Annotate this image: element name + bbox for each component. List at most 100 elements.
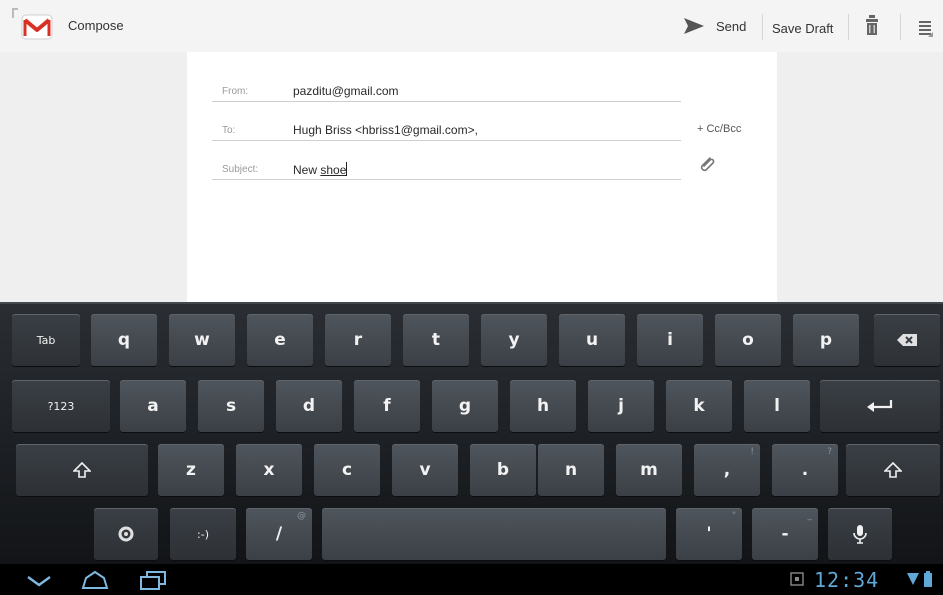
text-cursor (346, 162, 348, 176)
from-field[interactable]: From: pazditu@gmail.com (212, 80, 681, 102)
key-a[interactable]: a (120, 380, 186, 432)
to-label: To: (222, 125, 236, 136)
key-voice[interactable] (828, 508, 892, 560)
corner-mark (12, 8, 18, 18)
back-button[interactable] (24, 569, 54, 591)
page-title: Compose (68, 18, 124, 33)
chevron-down-icon (27, 576, 51, 587)
key-k[interactable]: k (666, 380, 732, 432)
send-icon (684, 18, 704, 34)
key-s[interactable]: s (198, 380, 264, 432)
key-comma-hint: ! (750, 447, 754, 457)
divider (900, 14, 901, 40)
menu-icon (919, 21, 933, 37)
recent-apps-button[interactable] (138, 569, 168, 591)
key-backspace[interactable] (874, 314, 940, 366)
key-i[interactable]: i (637, 314, 703, 366)
key-c[interactable]: c (314, 444, 380, 496)
to-field[interactable]: To: Hugh Briss <hbriss1@gmail.com>, (212, 119, 681, 141)
divider (848, 14, 849, 40)
home-button[interactable] (80, 569, 110, 591)
key-p[interactable]: p (793, 314, 859, 366)
key-v[interactable]: v (392, 444, 458, 496)
gmail-icon[interactable] (20, 12, 54, 42)
key-z[interactable]: z (158, 444, 224, 496)
key-e[interactable]: e (247, 314, 313, 366)
subject-underlined-word: shoe (320, 163, 347, 177)
divider (762, 14, 763, 40)
key-comma[interactable]: , ! (694, 444, 760, 496)
to-value: Hugh Briss <hbriss1@gmail.com>, (293, 123, 478, 137)
key-symbols[interactable]: ?123 (12, 380, 110, 432)
backspace-icon (897, 334, 917, 346)
key-shift-right[interactable] (846, 444, 940, 496)
key-enter[interactable] (820, 380, 940, 432)
key-l[interactable]: l (744, 380, 810, 432)
key-r[interactable]: r (325, 314, 391, 366)
system-bar: 12:34 (0, 564, 943, 595)
key-apostrophe-label: ' (706, 524, 712, 544)
home-icon (81, 570, 109, 589)
key-period-label: . (801, 460, 809, 480)
key-apostrophe-hint: " (731, 511, 736, 521)
key-slash[interactable]: / @ (246, 508, 312, 560)
enter-icon (867, 400, 893, 412)
key-slash-hint: @ (297, 511, 306, 521)
menu-button[interactable] (917, 18, 935, 38)
key-period[interactable]: . ? (772, 444, 838, 496)
wifi-icon (907, 573, 919, 585)
subject-text: New (293, 163, 321, 177)
key-space[interactable] (322, 508, 666, 560)
key-slash-label: / (275, 524, 283, 544)
key-j[interactable]: j (588, 380, 654, 432)
cc-bcc-button[interactable]: + Cc/Bcc (697, 123, 741, 135)
key-hyphen-label: - (781, 524, 789, 544)
settings-icon (118, 526, 134, 542)
trash-button[interactable] (864, 14, 880, 38)
save-draft-label: Save Draft (772, 21, 834, 36)
from-label: From: (222, 86, 249, 97)
save-draft-button[interactable]: Save Draft (772, 18, 833, 37)
key-period-hint: ? (827, 447, 832, 457)
key-u[interactable]: u (559, 314, 625, 366)
key-w[interactable]: w (169, 314, 235, 366)
subject-value: New shoe (293, 162, 348, 177)
shift-icon (73, 462, 91, 478)
trash-icon (866, 15, 878, 35)
key-x[interactable]: x (236, 444, 302, 496)
key-shift-left[interactable] (16, 444, 148, 496)
key-y[interactable]: y (481, 314, 547, 366)
send-button[interactable]: Send (682, 12, 746, 40)
notification-icon[interactable] (790, 572, 804, 586)
key-hyphen[interactable]: - _ (752, 508, 818, 560)
key-hyphen-hint: _ (807, 511, 813, 521)
key-apostrophe[interactable]: ' " (676, 508, 742, 560)
subject-field[interactable]: Subject: New shoe (212, 158, 681, 180)
action-bar: Compose Send Save Draft (0, 0, 943, 52)
key-h[interactable]: h (510, 380, 576, 432)
from-value: pazditu@gmail.com (293, 84, 399, 98)
clock: 12:34 (814, 568, 880, 592)
battery-icon (924, 571, 932, 587)
key-d[interactable]: d (276, 380, 342, 432)
key-m[interactable]: m (616, 444, 682, 496)
key-n[interactable]: n (538, 444, 604, 496)
soft-keyboard: Tab q w e r t y u i o p ?123 a s d f g h… (0, 302, 943, 564)
subject-label: Subject: (222, 164, 259, 175)
key-settings[interactable] (94, 508, 158, 560)
key-b[interactable]: b (470, 444, 536, 496)
key-q[interactable]: q (91, 314, 157, 366)
recent-apps-icon (140, 571, 166, 590)
key-tab[interactable]: Tab (12, 314, 80, 366)
key-comma-label: , (723, 460, 731, 480)
key-g[interactable]: g (432, 380, 498, 432)
paperclip-icon (700, 157, 715, 172)
key-smiley[interactable]: :-) (170, 508, 236, 560)
attach-button[interactable] (696, 154, 718, 176)
key-t[interactable]: t (403, 314, 469, 366)
shift-icon (884, 462, 902, 478)
microphone-icon (853, 525, 867, 544)
key-f[interactable]: f (354, 380, 420, 432)
key-o[interactable]: o (715, 314, 781, 366)
send-label: Send (716, 18, 747, 34)
